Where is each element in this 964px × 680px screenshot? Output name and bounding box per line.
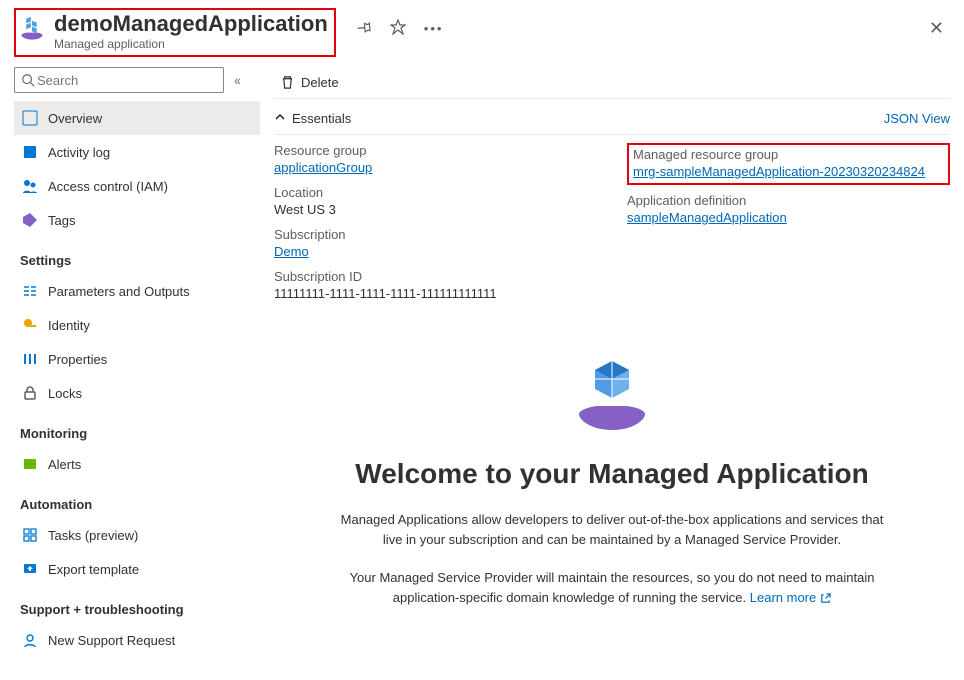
resource-group-link[interactable]: applicationGroup: [274, 160, 372, 175]
nav-label: Activity log: [48, 145, 110, 160]
welcome-paragraph-2: Your Managed Service Provider will maint…: [332, 568, 892, 610]
tags-icon: [22, 212, 38, 228]
managed-rg-label: Managed resource group: [633, 147, 944, 162]
pin-icon[interactable]: [356, 19, 372, 38]
overview-icon: [22, 110, 38, 126]
managed-rg-highlight-box: Managed resource group mrg-sampleManaged…: [627, 143, 950, 185]
nav-label: Parameters and Outputs: [48, 284, 190, 299]
nav-label: Export template: [48, 562, 139, 577]
sidebar: « Overview Activity log Access control (…: [0, 59, 260, 657]
location-value: West US 3: [274, 202, 597, 217]
section-automation: Automation: [20, 497, 260, 512]
nav-alerts[interactable]: Alerts: [14, 447, 260, 481]
welcome-panel: Welcome to your Managed Application Mana…: [274, 331, 950, 611]
favorite-icon[interactable]: [390, 19, 406, 38]
managed-rg-link[interactable]: mrg-sampleManagedApplication-20230320234…: [633, 164, 925, 179]
nav-label: New Support Request: [48, 633, 175, 648]
more-icon[interactable]: •••: [424, 21, 444, 36]
nav-label: Access control (IAM): [48, 179, 168, 194]
welcome-icon: [567, 351, 657, 441]
nav-label: Tags: [48, 213, 75, 228]
nav-overview[interactable]: Overview: [14, 101, 260, 135]
subscription-id-label: Subscription ID: [274, 269, 597, 284]
nav-identity[interactable]: Identity: [14, 308, 260, 342]
delete-button[interactable]: Delete: [274, 71, 345, 94]
close-icon[interactable]: ✕: [923, 14, 950, 43]
nav-access-control[interactable]: Access control (IAM): [14, 169, 260, 203]
main-content: Delete Essentials JSON View Resource gro…: [260, 59, 964, 657]
essentials-title: Essentials: [292, 111, 351, 126]
support-icon: [22, 632, 38, 648]
nav-label: Alerts: [48, 457, 81, 472]
search-icon: [21, 73, 35, 87]
location-label: Location: [274, 185, 597, 200]
export-icon: [22, 561, 38, 577]
activity-log-icon: [22, 144, 38, 160]
nav-locks[interactable]: Locks: [14, 376, 260, 410]
nav-export-template[interactable]: Export template: [14, 552, 260, 586]
app-definition-link[interactable]: sampleManagedApplication: [627, 210, 787, 225]
delete-label: Delete: [301, 75, 339, 90]
chevron-up-icon[interactable]: [274, 111, 286, 126]
managed-app-icon: [18, 14, 46, 42]
welcome-title: Welcome to your Managed Application: [304, 458, 920, 490]
nav-properties[interactable]: Properties: [14, 342, 260, 376]
section-monitoring: Monitoring: [20, 426, 260, 441]
nav-label: Identity: [48, 318, 90, 333]
nav-activity-log[interactable]: Activity log: [14, 135, 260, 169]
collapse-nav-icon[interactable]: «: [231, 70, 240, 90]
alerts-icon: [22, 456, 38, 472]
title-highlight-box: demoManagedApplication Managed applicati…: [14, 8, 336, 57]
iam-icon: [22, 178, 38, 194]
nav-tags[interactable]: Tags: [14, 203, 260, 237]
essentials-header: Essentials JSON View: [274, 103, 950, 135]
app-definition-label: Application definition: [627, 193, 950, 208]
nav-label: Overview: [48, 111, 102, 126]
search-input-wrapper[interactable]: [14, 67, 224, 93]
nav-label: Locks: [48, 386, 82, 401]
section-settings: Settings: [20, 253, 260, 268]
learn-more-link[interactable]: Learn more: [750, 590, 831, 605]
locks-icon: [22, 385, 38, 401]
welcome-paragraph-1: Managed Applications allow developers to…: [332, 510, 892, 550]
resource-group-label: Resource group: [274, 143, 597, 158]
identity-icon: [22, 317, 38, 333]
page-subtitle: Managed application: [54, 37, 328, 51]
page-header: demoManagedApplication Managed applicati…: [0, 0, 964, 59]
nav-label: Tasks (preview): [48, 528, 138, 543]
tasks-icon: [22, 527, 38, 543]
toolbar: Delete: [274, 67, 950, 99]
nav-parameters-outputs[interactable]: Parameters and Outputs: [14, 274, 260, 308]
external-link-icon: [820, 590, 831, 610]
subscription-id-value: 11111111-1111-1111-1111-111111111111: [274, 286, 597, 301]
subscription-label: Subscription: [274, 227, 597, 242]
essentials-body: Resource group applicationGroup Location…: [274, 135, 950, 331]
delete-icon: [280, 75, 295, 90]
section-support: Support + troubleshooting: [20, 602, 260, 617]
nav-tasks[interactable]: Tasks (preview): [14, 518, 260, 552]
page-title: demoManagedApplication: [54, 12, 328, 36]
nav-new-support-request[interactable]: New Support Request: [14, 623, 260, 657]
properties-icon: [22, 351, 38, 367]
subscription-link[interactable]: Demo: [274, 244, 309, 259]
json-view-link[interactable]: JSON View: [884, 111, 950, 126]
nav-label: Properties: [48, 352, 107, 367]
search-input[interactable]: [35, 72, 217, 89]
parameters-icon: [22, 283, 38, 299]
